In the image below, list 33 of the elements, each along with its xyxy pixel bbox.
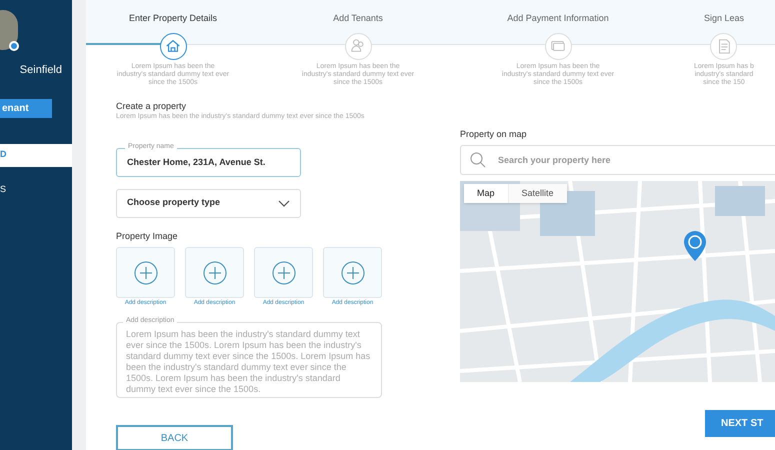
- sidebar-item[interactable]: S: [0, 178, 72, 202]
- add-image-tile[interactable]: [116, 247, 175, 298]
- location-pin-icon: [684, 231, 706, 261]
- sidebar-item[interactable]: D: [0, 144, 72, 166]
- plus-circle-icon: [340, 260, 364, 284]
- add-image-tile[interactable]: [185, 247, 244, 298]
- step-title[interactable]: Sign Leas: [704, 12, 744, 26]
- map-view-tab[interactable]: Satellite: [508, 184, 567, 203]
- chevron-down-icon: [278, 200, 290, 206]
- people-icon: [350, 38, 366, 54]
- map-label: Property on map: [460, 128, 528, 141]
- add-tenant-button[interactable]: enant: [0, 98, 52, 118]
- add-image-tile[interactable]: [323, 247, 382, 298]
- search-icon: [470, 152, 486, 168]
- property-image-label: Property Image: [116, 230, 179, 243]
- step-title[interactable]: Add Tenants: [333, 12, 383, 26]
- form-heading: Create a property: [116, 100, 188, 112]
- map-view-tab[interactable]: Map: [464, 184, 509, 203]
- back-button[interactable]: BACK: [116, 425, 233, 450]
- step-title[interactable]: Enter Property Details: [128, 12, 218, 26]
- next-step-button[interactable]: NEXT ST: [705, 410, 775, 437]
- description-text: Lorem Ipsum has been the industry's standard dummy text ever since the 1500s. Lorem Ipsum has been the industry's standard dummy text ever since the 1500s. Lorem Ipsum has been the industry's standard dummy text ever since the 1500s. Lorem Ipsum has been the industry's standard dummy text ever since the 1500s.: [126, 329, 372, 395]
- search-field[interactable]: Search your property here: [460, 145, 775, 175]
- user-name: Seinfield: [20, 63, 62, 78]
- add-image-tile[interactable]: [254, 247, 313, 298]
- plus-circle-icon: [202, 260, 226, 284]
- house-icon: [165, 38, 181, 54]
- property-type-select[interactable]: Choose property type: [116, 188, 301, 218]
- plus-circle-icon: [134, 260, 158, 284]
- status-badge-icon: [9, 41, 19, 51]
- card-icon: [550, 38, 566, 54]
- step-title[interactable]: Add Payment Information: [507, 12, 609, 26]
- plus-circle-icon: [272, 260, 296, 284]
